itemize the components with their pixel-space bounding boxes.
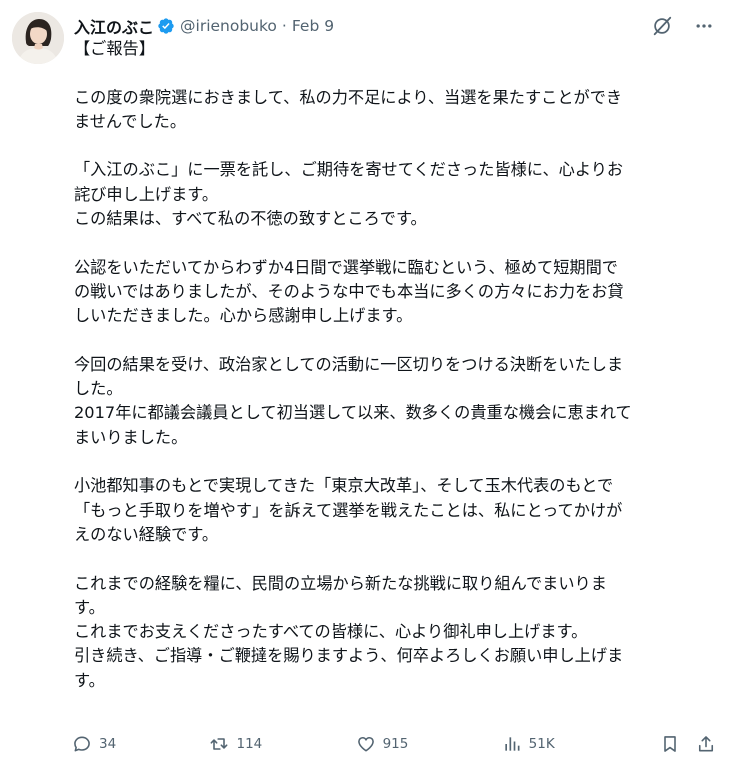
post-text-line: 小池都知事のもとで実現してきた「東京大改革」、そして玉木代表のもとで: [74, 476, 614, 496]
post-text-line: えのない経験です。: [74, 524, 219, 544]
bookmark-button[interactable]: [656, 730, 684, 758]
repost-button[interactable]: 114: [209, 734, 262, 754]
post-text-line: 詫び申し上げます。: [74, 184, 219, 204]
share-icon: [698, 736, 714, 752]
bookmark-icon: [664, 736, 676, 752]
avatar-image: [12, 12, 64, 64]
post-text-line: ませんでした。: [74, 111, 187, 131]
post-text-line: 公認をいただいてからわずか4日間で選挙戦に臨むという、極めて短期間で: [74, 257, 618, 277]
post-text-line: 2017年に都議会議員として初当選して以来、数多くの貴重な機会に恵まれて: [74, 403, 632, 423]
secondary-actions: [648, 730, 720, 758]
post-text-line: 今回の結果を受け、政治家としての活動に一区切りをつける決断をいたしま: [74, 354, 624, 374]
grok-icon: [653, 16, 672, 36]
reply-count: 34: [99, 736, 117, 752]
post-paragraph: 「入江のぶこ」に一票を託し、ご期待を寄せてくださった皆様に、心よりお 詫び申し上げ…: [74, 158, 722, 231]
separator-dot: ·: [281, 17, 287, 35]
post-text-line: まいりました。: [74, 427, 188, 447]
post-paragraph: これまでの経験を糧に、民間の立場から新たな挑戦に取り組んでまいりま す。これまでお…: [74, 572, 722, 693]
reply-button[interactable]: 34: [72, 734, 116, 754]
post-text-line: 「もっと手取りを増やす」を訴えて選挙を戦えたことは、私にとってかけが: [74, 500, 623, 520]
post-paragraph: 今回の結果を受け、政治家としての活動に一区切りをつける決断をいたしま した。 201…: [74, 353, 722, 450]
post-text-line: す。: [74, 670, 105, 690]
post-text: 【ご報告】この度の衆院選におきまして、私の力不足により、当選を果たすことができま…: [74, 37, 722, 693]
post-text-line: この度の衆院選におきまして、私の力不足により、当選を果たすことができ: [74, 87, 623, 107]
post-text-line: しいただきました。心から感謝申し上げます。: [74, 306, 413, 326]
like-count: 915: [382, 736, 409, 752]
post-text-line: この結果は、すべて私の不徳の致すところです。: [74, 209, 427, 229]
post-text-line: これまでの経験を糧に、民間の立場から新たな挑戦に取り組んでまいりま: [74, 573, 607, 593]
verified-badge-icon: [158, 18, 174, 34]
repost-icon: [211, 738, 228, 750]
more-icon: [696, 24, 712, 28]
author-handle[interactable]: @irienobuko: [180, 17, 277, 35]
view-count: 51K: [528, 736, 555, 752]
post-text-line: 引き続き、ご指導・ご鞭撻を賜りますよう、何卒よろしくお願い申し上げま: [74, 646, 624, 666]
repost-count: 114: [236, 736, 263, 752]
post-paragraph: 公認をいただいてからわずか4日間で選挙戦に臨むという、極めて短期間で の戦いではあ…: [74, 256, 722, 329]
author-name[interactable]: 入江のぶこ: [74, 14, 154, 38]
like-icon: [357, 736, 374, 752]
avatar[interactable]: [12, 12, 64, 64]
post-text-line: 「入江のぶこ」に一票を託し、ご期待を寄せてくださった皆様に、心よりお: [74, 160, 624, 180]
views-icon: [504, 737, 520, 751]
post-paragraph: この度の衆院選におきまして、私の力不足により、当選を果たすことができ ませんでした…: [74, 86, 722, 135]
post-paragraph: 小池都知事のもとで実現してきた「東京大改革」、そして玉木代表のもとで 「もっと手取…: [74, 474, 722, 547]
share-button[interactable]: [692, 730, 720, 758]
post-text-line: の戦いではありましたが、そのような中でも本当に多くの方々にお力をお貸: [74, 281, 624, 301]
reply-icon: [74, 736, 90, 752]
action-bar: 34 114 915 51K: [72, 730, 720, 758]
post-text-line: す。: [74, 597, 105, 617]
views-button[interactable]: 51K: [502, 734, 555, 754]
post-text-line: 【ご報告】: [74, 39, 155, 58]
like-button[interactable]: 915: [356, 734, 409, 754]
post-text-line: これまでお支えくださったすべての皆様に、心より御礼申し上げます。: [74, 622, 588, 642]
post-date[interactable]: Feb 9: [292, 17, 334, 35]
post-text-line: した。: [74, 379, 123, 399]
post-header: 入江のぶこ @irienobuko · Feb 9: [74, 12, 720, 40]
post-paragraph: 【ご報告】: [74, 37, 722, 61]
